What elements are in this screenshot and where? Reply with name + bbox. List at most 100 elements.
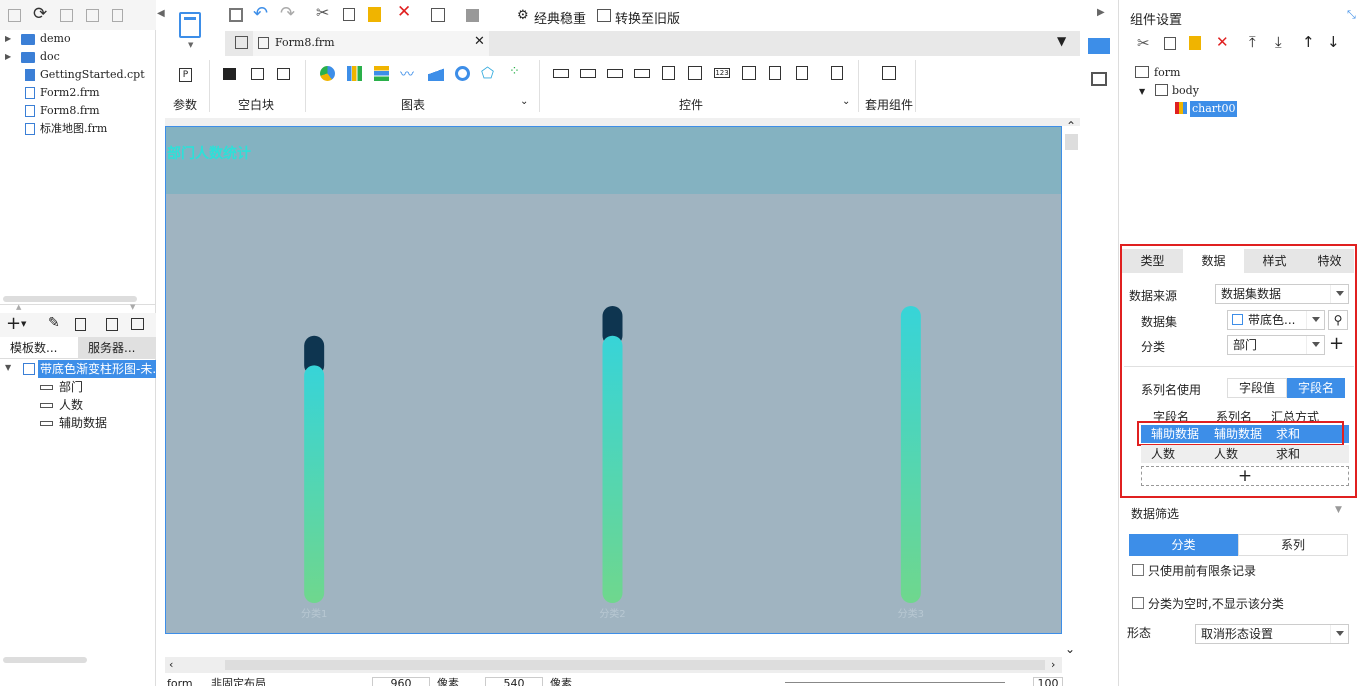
preview-icon[interactable] <box>431 8 445 22</box>
tab-server-data[interactable]: 服务器... <box>78 337 156 359</box>
add-category-icon[interactable]: + <box>1329 333 1344 354</box>
parameter-icon[interactable]: P <box>179 68 192 82</box>
component-settings-icon[interactable] <box>1088 38 1110 54</box>
save-icon[interactable] <box>229 8 243 22</box>
hide-empty-checkbox[interactable] <box>1132 597 1144 609</box>
paste-icon[interactable] <box>1189 36 1201 50</box>
filter-tab-series[interactable]: 系列 <box>1238 534 1348 556</box>
grid-block-icon[interactable] <box>277 68 290 80</box>
series-field-name-option[interactable]: 字段名 <box>1287 378 1345 398</box>
filter-tab-category[interactable]: 分类 <box>1129 534 1238 556</box>
field-item[interactable]: 辅助数据 <box>40 414 107 432</box>
move-top-icon[interactable]: ⤒ <box>1249 33 1256 51</box>
ribbon-chart-label[interactable]: 图表 <box>401 96 425 113</box>
collapse-filter-icon[interactable]: ▼ <box>1335 505 1342 515</box>
delete-icon[interactable]: ✕ <box>1216 33 1229 51</box>
close-icon[interactable]: ✕ <box>474 34 485 49</box>
label-widget-icon[interactable] <box>553 69 569 78</box>
table-row[interactable]: 人数 人数 求和 <box>1141 445 1349 463</box>
cut-icon[interactable]: ✂ <box>316 3 329 22</box>
data-source-select[interactable]: 数据集数据 <box>1215 284 1349 304</box>
scroll-down-icon[interactable]: ⌄ <box>1065 642 1075 656</box>
convert-icon[interactable] <box>597 9 611 22</box>
tab-effect[interactable]: 特效 <box>1305 249 1354 273</box>
bar-main-1[interactable] <box>304 365 325 603</box>
chevron-down-icon[interactable]: ⌄ <box>842 96 850 107</box>
new-folder-icon[interactable] <box>8 9 21 22</box>
refresh-icon[interactable]: ⟳ <box>33 4 47 24</box>
layout-selector[interactable]: 非固定布局 <box>211 678 266 686</box>
line-chart-icon[interactable]: 〰 <box>400 64 414 84</box>
form-logo-icon[interactable] <box>179 12 201 38</box>
width-unit[interactable]: 像素 <box>437 678 459 686</box>
dataset-scrollbar[interactable] <box>3 657 87 663</box>
dropdown-widget-icon[interactable] <box>634 69 650 78</box>
tab-type[interactable]: 类型 <box>1122 249 1183 273</box>
gauge-icon[interactable] <box>455 66 470 81</box>
textarea-widget-icon[interactable] <box>742 66 756 80</box>
layout-icon[interactable] <box>1091 72 1107 86</box>
field-item[interactable]: 人数 <box>40 396 107 414</box>
split-block-icon[interactable] <box>251 68 264 80</box>
bar-chart-icon[interactable] <box>347 66 362 81</box>
tree-item-gettingstarted[interactable]: GettingStarted.cpt <box>0 66 156 84</box>
scatter-icon[interactable]: ⁘ <box>509 64 520 79</box>
classic-theme-icon[interactable]: ⚙ <box>517 8 529 23</box>
expand-icon[interactable]: ▶ <box>1097 7 1105 18</box>
limit-records-checkbox[interactable] <box>1132 564 1144 576</box>
radar-icon[interactable]: ⬠ <box>481 64 494 82</box>
grid-icon[interactable] <box>235 36 248 49</box>
checkbox-widget-icon[interactable] <box>796 66 808 80</box>
list-widget-icon[interactable] <box>662 66 675 80</box>
delete-icon[interactable]: ✕ <box>397 2 411 22</box>
vertical-scrollbar[interactable] <box>1065 134 1078 150</box>
add-row-button[interactable]: + <box>1141 466 1349 486</box>
move-down-icon[interactable]: ↓ <box>1327 33 1340 51</box>
category-select[interactable]: 部门 <box>1227 335 1325 355</box>
collapse-icon[interactable]: ◀ <box>157 8 165 19</box>
horizontal-scrollbar[interactable]: ‹ › <box>165 657 1062 673</box>
tree-item-form8[interactable]: Form8.frm <box>0 102 156 120</box>
copy-icon[interactable] <box>1164 37 1176 50</box>
delete-dataset-icon[interactable] <box>75 318 86 331</box>
series-field-value-option[interactable]: 字段值 <box>1227 378 1287 398</box>
suite-icon[interactable] <box>882 66 896 80</box>
bar-main-2[interactable] <box>602 335 623 603</box>
delete-icon[interactable] <box>112 9 123 22</box>
tab-template-data[interactable]: 模板数... <box>0 337 78 359</box>
scroll-up-icon[interactable]: ⌃ <box>1066 119 1076 133</box>
tree-item-doc[interactable]: ▶ doc <box>0 48 156 66</box>
redo-icon[interactable]: ↷ <box>280 3 295 24</box>
file-tab[interactable]: Form8.frm ✕ <box>253 31 489 56</box>
form-state-select[interactable]: 取消形态设置 <box>1195 624 1349 644</box>
move-up-icon[interactable]: ↑ <box>1302 33 1315 51</box>
tree-item-map[interactable]: 标准地图.frm <box>0 120 156 138</box>
date-widget-icon[interactable] <box>688 66 702 80</box>
add-dataset-icon[interactable]: + <box>6 313 21 335</box>
undo-icon[interactable]: ↶ <box>253 3 268 24</box>
text-widget-icon[interactable] <box>580 69 596 78</box>
zoom-slider[interactable] <box>785 682 1005 683</box>
move-bottom-icon[interactable]: ⤓ <box>1275 33 1282 51</box>
chevron-down-icon[interactable]: ⌄ <box>520 96 528 107</box>
tree-chart[interactable]: chart00 <box>1135 101 1238 119</box>
tree-scrollbar[interactable] <box>3 296 137 302</box>
template-icon[interactable] <box>60 9 73 22</box>
tree-form[interactable]: form <box>1135 65 1199 83</box>
height-input[interactable]: 540 <box>485 677 543 686</box>
blank-block-icon[interactable] <box>223 68 236 80</box>
number-widget-icon[interactable]: 123 <box>714 68 730 78</box>
cut-icon[interactable]: ✂ <box>1137 34 1150 52</box>
chart-canvas[interactable]: 部门人数统计 分类1 分类2 分类3 <box>165 126 1062 634</box>
pin-icon[interactable]: ⤡ <box>1347 8 1356 22</box>
bar-chart[interactable]: 分类1 分类2 分类3 <box>166 194 1061 633</box>
tab-data[interactable]: 数据 <box>1183 249 1244 273</box>
area-chart-icon[interactable] <box>428 66 444 81</box>
ribbon-param-label[interactable]: 参数 <box>173 96 197 113</box>
settings-icon[interactable] <box>86 9 99 22</box>
convert-button[interactable]: 转换至旧版 <box>615 8 680 27</box>
radio-widget-icon[interactable] <box>769 66 781 80</box>
search-widget-icon[interactable] <box>831 66 843 80</box>
ribbon-suite-label[interactable]: 套用组件 <box>865 96 913 113</box>
paste-icon[interactable] <box>368 7 381 22</box>
